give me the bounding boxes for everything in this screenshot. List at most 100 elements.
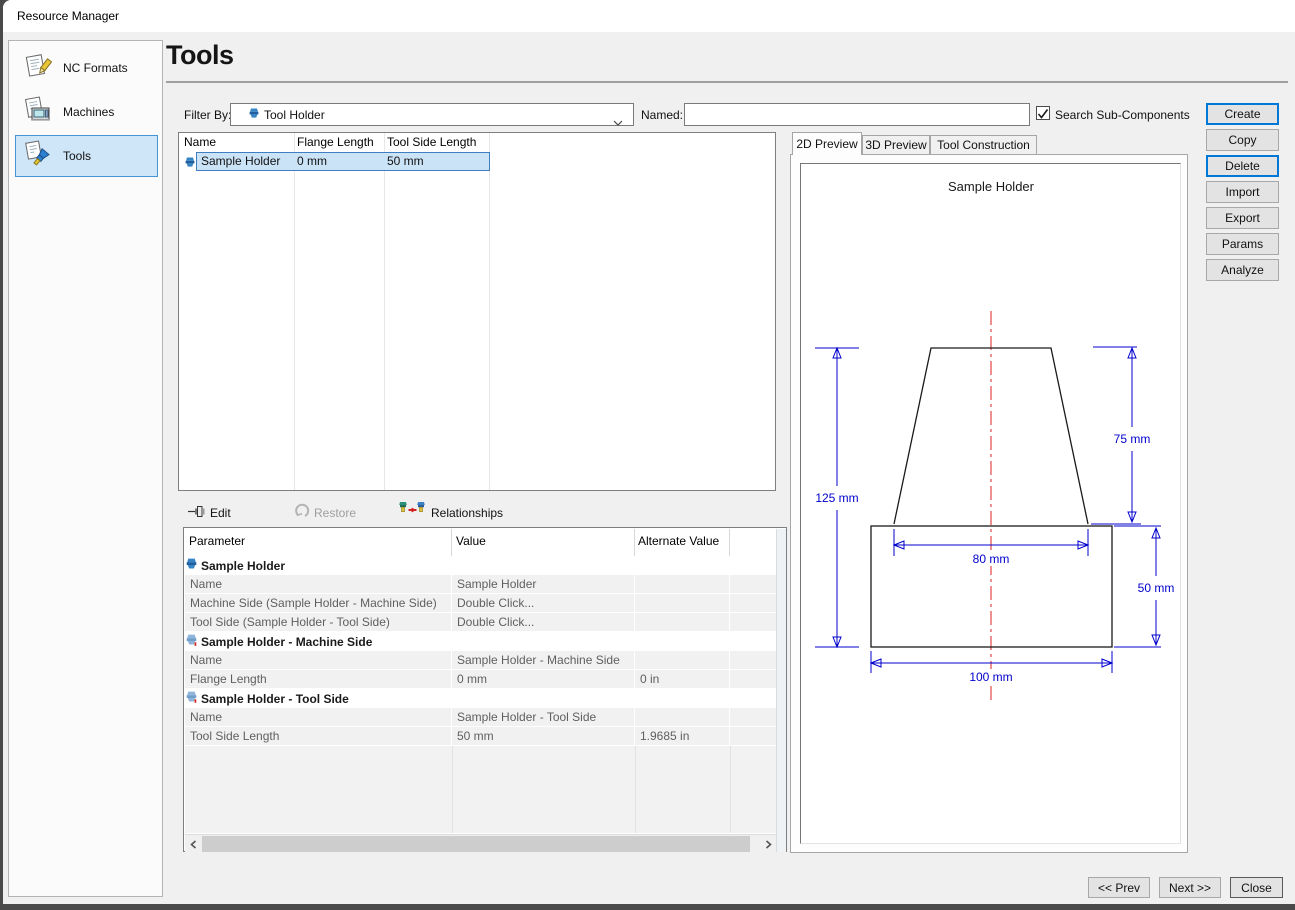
param-group-label: Sample Holder	[201, 558, 286, 573]
vertical-scrollbar[interactable]	[776, 529, 786, 852]
param-group-label: Sample Holder - Tool Side	[201, 691, 349, 706]
param-alt-value[interactable]	[635, 594, 729, 612]
param-extra-cell	[730, 613, 776, 631]
prev-button[interactable]: << Prev	[1088, 877, 1150, 898]
preview-title: Sample Holder	[948, 179, 1035, 194]
scroll-left-icon[interactable]	[185, 836, 201, 852]
search-sub-components-label: Search Sub-Components	[1055, 108, 1190, 122]
title-bar[interactable]: Resource Manager	[3, 0, 1295, 32]
parameter-table[interactable]: Parameter Value Alternate Value Sample H…	[183, 527, 787, 852]
param-name: Name	[185, 651, 451, 669]
param-row[interactable]: Tool Side Length 50 mm 1.9685 in	[185, 727, 776, 746]
tab-3d-preview[interactable]: 3D Preview	[862, 135, 930, 155]
param-value[interactable]: 50 mm	[452, 727, 634, 745]
analyze-button[interactable]: Analyze	[1206, 259, 1279, 281]
create-button[interactable]: Create	[1206, 103, 1279, 125]
list-header-tool-side-length[interactable]: Tool Side Length	[387, 135, 476, 149]
nc-formats-icon	[23, 51, 53, 86]
tool-holder-icon	[184, 155, 196, 173]
param-row[interactable]: Tool Side (Sample Holder - Tool Side) Do…	[185, 613, 776, 632]
tool-holder-sub-icon	[185, 690, 198, 708]
2d-preview-canvas[interactable]: Sample Holder 125 mm 75 mm 50 mm 80 mm 1…	[800, 163, 1181, 844]
param-group-row[interactable]: Sample Holder	[185, 556, 776, 575]
param-name: Flange Length	[185, 670, 451, 688]
param-value[interactable]: Double Click...	[452, 613, 634, 631]
import-button[interactable]: Import	[1206, 181, 1279, 203]
param-value[interactable]: 0 mm	[452, 670, 634, 688]
export-button[interactable]: Export	[1206, 207, 1279, 229]
scroll-right-icon[interactable]	[760, 836, 776, 852]
filter-by-label: Filter By:	[184, 108, 232, 122]
param-alt-value[interactable]	[635, 613, 729, 631]
tool-holder-icon	[185, 557, 198, 575]
param-alt-value[interactable]: 1.9685 in	[635, 727, 729, 745]
window-title: Resource Manager	[17, 9, 120, 23]
list-cell-name[interactable]: Sample Holder	[201, 152, 280, 171]
horizontal-scrollbar[interactable]	[185, 834, 776, 852]
param-value[interactable]: Sample Holder	[452, 575, 634, 593]
param-value[interactable]: Sample Holder - Machine Side	[452, 651, 634, 669]
search-sub-components-checkbox[interactable]	[1036, 106, 1050, 120]
relationships-button[interactable]: Relationships	[431, 506, 503, 520]
param-group-row[interactable]: Sample Holder - Machine Side	[185, 632, 776, 651]
list-header-flange-length[interactable]: Flange Length	[297, 135, 374, 149]
param-extra-cell	[730, 651, 776, 669]
param-row[interactable]: Name Sample Holder - Machine Side	[185, 651, 776, 670]
delete-button[interactable]: Delete	[1206, 155, 1279, 177]
sidebar-item-tools[interactable]: Tools	[15, 135, 158, 177]
param-alt-value[interactable]: 0 in	[635, 670, 729, 688]
column-divider	[489, 133, 490, 490]
check-icon	[1037, 109, 1049, 119]
param-value[interactable]: Sample Holder - Tool Side	[452, 708, 634, 726]
dim-flange-width: 80 mm	[973, 552, 1010, 566]
param-header-value[interactable]: Value	[456, 534, 486, 548]
restore-button[interactable]: Restore	[314, 506, 356, 520]
sidebar-item-label: Tools	[63, 149, 92, 163]
next-button[interactable]: Next >>	[1159, 877, 1221, 898]
scrollbar-thumb[interactable]	[202, 836, 750, 852]
param-row[interactable]: Flange Length 0 mm 0 in	[185, 670, 776, 689]
filter-type-dropdown[interactable]: Tool Holder	[230, 103, 634, 126]
param-row[interactable]: Name Sample Holder - Tool Side	[185, 708, 776, 727]
heading-separator	[166, 81, 1288, 83]
param-alt-value[interactable]	[635, 708, 729, 726]
dim-total-length: 125 mm	[815, 491, 858, 505]
column-divider	[634, 529, 635, 556]
param-alt-value[interactable]	[635, 651, 729, 669]
dim-base-width: 100 mm	[969, 670, 1012, 684]
list-cell-flange-length[interactable]: 0 mm	[297, 152, 327, 171]
param-name: Name	[185, 708, 451, 726]
param-name: Name	[185, 575, 451, 593]
sidebar-item-label: Machines	[63, 105, 115, 119]
column-divider	[451, 529, 452, 556]
list-header-name[interactable]: Name	[184, 135, 216, 149]
param-table-empty-area	[185, 746, 776, 833]
tab-tool-construction[interactable]: Tool Construction	[930, 135, 1037, 155]
list-cell-tool-side-length[interactable]: 50 mm	[387, 152, 424, 171]
param-group-row[interactable]: Sample Holder - Tool Side	[185, 689, 776, 708]
sidebar-item-nc-formats[interactable]: NC Formats	[15, 47, 158, 89]
param-name: Tool Side Length	[185, 727, 451, 745]
param-header-parameter[interactable]: Parameter	[189, 534, 245, 548]
params-button[interactable]: Params	[1206, 233, 1279, 255]
resource-list[interactable]: Name Flange Length Tool Side Length Samp…	[178, 132, 776, 491]
filter-selected-value: Tool Holder	[264, 107, 325, 122]
holder-drawing: Sample Holder 125 mm 75 mm 50 mm 80 mm 1…	[813, 179, 1178, 701]
param-header-alternate-value[interactable]: Alternate Value	[638, 534, 719, 548]
tools-icon	[23, 139, 53, 174]
param-alt-value[interactable]	[635, 575, 729, 593]
restore-icon	[294, 502, 311, 524]
param-row[interactable]: Machine Side (Sample Holder - Machine Si…	[185, 594, 776, 613]
tab-2d-preview[interactable]: 2D Preview	[792, 132, 862, 155]
param-value[interactable]: Double Click...	[452, 594, 634, 612]
sidebar-item-machines[interactable]: Machines	[15, 91, 158, 133]
param-extra-cell	[730, 670, 776, 688]
edit-button[interactable]: Edit	[210, 506, 231, 520]
tool-holder-sub-icon	[185, 633, 198, 651]
named-input[interactable]	[684, 103, 1030, 126]
close-button[interactable]: Close	[1230, 877, 1283, 898]
edit-pin-icon	[188, 504, 206, 524]
copy-button[interactable]: Copy	[1206, 129, 1279, 151]
param-row[interactable]: Name Sample Holder	[185, 575, 776, 594]
param-extra-cell	[730, 575, 776, 593]
